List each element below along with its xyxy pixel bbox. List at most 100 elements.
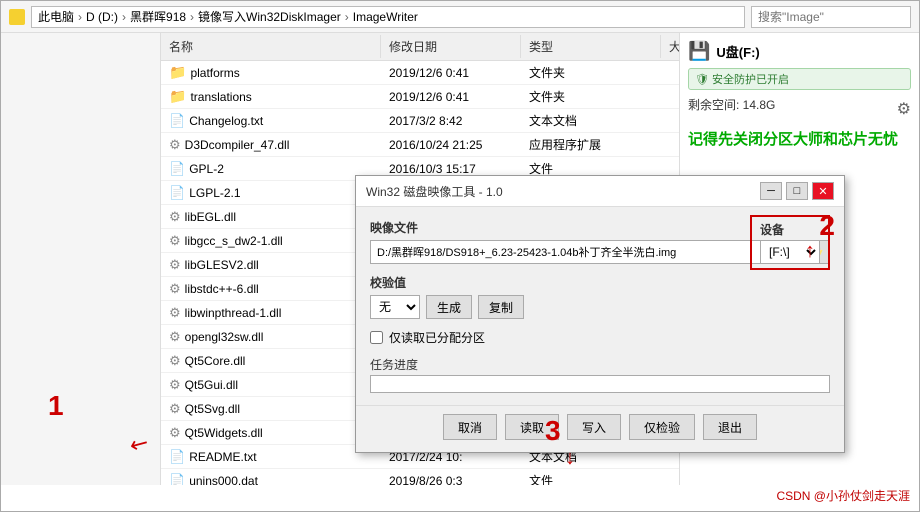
folder-icon	[9, 9, 25, 25]
table-row[interactable]: 📁translations 2019/12/6 0:41 文件夹	[161, 85, 679, 109]
file-name: ⚙libgcc_s_dw2-1.dll	[161, 230, 381, 252]
file-name: ⚙libEGL.dll	[161, 206, 381, 228]
file-size	[661, 94, 679, 100]
file-name: ⚙opengl32sw.dll	[161, 326, 381, 348]
dialog-controls: ─ □ ✕	[760, 182, 834, 200]
dialog-footer: 取消 读取 写入 仅检验 退出	[356, 405, 844, 452]
title-bar: 此电脑 › D (D:) › 黑群晖918 › 镜像写入Win32DiskIma…	[1, 1, 919, 33]
file-name: 📄unins000.dat	[161, 470, 381, 486]
dll-icon: ⚙	[169, 353, 181, 369]
generate-button[interactable]: 生成	[426, 295, 472, 319]
annotation-3: 3	[545, 415, 561, 447]
file-date: 2019/12/6 0:41	[381, 63, 521, 83]
dll-icon: ⚙	[169, 209, 181, 225]
dll-icon: ⚙	[169, 257, 181, 273]
dll-icon: ⚙	[169, 425, 181, 441]
annotation-1: 1	[48, 390, 64, 422]
file-size	[661, 166, 679, 172]
file-name: 📄README.txt	[161, 446, 381, 468]
file-date: 2019/12/6 0:41	[381, 87, 521, 107]
file-name: ⚙D3Dcompiler_47.dll	[161, 134, 381, 156]
col-size[interactable]: 大小	[661, 35, 679, 58]
file-name: 📁translations	[161, 85, 381, 108]
file-size	[661, 118, 679, 124]
folder-icon: 📁	[169, 64, 186, 81]
dialog-minimize-button[interactable]: ─	[760, 182, 782, 200]
breadcrumb-d[interactable]: D (D:)	[86, 10, 118, 24]
checksum-label: 校验值	[370, 274, 830, 291]
table-row[interactable]: 📁platforms 2019/12/6 0:41 文件夹	[161, 61, 679, 85]
file-name: ⚙libGLESV2.dll	[161, 254, 381, 276]
file-size	[661, 478, 679, 484]
write-button[interactable]: 写入	[567, 414, 621, 440]
cancel-button[interactable]: 取消	[443, 414, 497, 440]
progress-section: 任务进度	[370, 356, 830, 393]
file-icon: 📄	[169, 473, 185, 486]
breadcrumb-win32[interactable]: 镜像写入Win32DiskImager	[198, 8, 341, 25]
dll-icon: ⚙	[169, 401, 181, 417]
file-size	[661, 70, 679, 76]
dll-icon: ⚙	[169, 305, 181, 321]
table-row[interactable]: 📄Changelog.txt 2017/3/2 8:42 文本文档	[161, 109, 679, 133]
dialog-title: Win32 磁盘映像工具 - 1.0	[366, 183, 503, 200]
progress-label: 任务进度	[370, 356, 830, 373]
file-name: ⚙Qt5Core.dll	[161, 350, 381, 372]
breadcrumb-imagewriter[interactable]: ImageWriter	[353, 10, 418, 24]
file-date: 2019/8/26 0:3	[381, 471, 521, 486]
dll-icon: ⚙	[169, 281, 181, 297]
file-name: ⚙libwinpthread-1.dll	[161, 302, 381, 324]
num-2-label: 2	[819, 210, 835, 241]
breadcrumb-heiqun[interactable]: 黑群晖918	[130, 8, 186, 25]
annotation-2: 2	[819, 210, 835, 242]
search-input[interactable]	[751, 6, 911, 28]
progress-bar	[370, 375, 830, 393]
file-type: 文件夹	[521, 85, 661, 108]
col-name[interactable]: 名称	[161, 35, 381, 58]
file-name: ⚙Qt5Svg.dll	[161, 398, 381, 420]
checksum-row: 无 生成 复制	[370, 295, 830, 319]
file-icon: 📄	[169, 161, 185, 177]
file-name: ⚙Qt5Gui.dll	[161, 374, 381, 396]
readonly-checkbox[interactable]	[370, 331, 383, 344]
col-date[interactable]: 修改日期	[381, 35, 521, 58]
dialog-maximize-button[interactable]: □	[786, 182, 808, 200]
dll-icon: ⚙	[169, 233, 181, 249]
annotation-text: 记得先关闭分区大师和芯片无忧	[688, 129, 911, 150]
file-name: 📁platforms	[161, 61, 381, 84]
file-size	[661, 142, 679, 148]
file-name: 📄Changelog.txt	[161, 110, 381, 132]
security-badge: 🛡 安全防护已开启	[688, 68, 911, 90]
arrow-3: ↓	[565, 447, 575, 470]
readonly-label: 仅读取已分配分区	[389, 329, 485, 346]
usb-label: U盘(F:)	[716, 42, 759, 61]
dll-icon: ⚙	[169, 329, 181, 345]
checksum-select[interactable]: 无	[370, 295, 420, 319]
verify-button[interactable]: 仅检验	[629, 414, 695, 440]
file-name: 📄LGPL-2.1	[161, 182, 381, 204]
file-date: 2016/10/24 21:25	[381, 135, 521, 155]
folder-icon: 📁	[169, 88, 186, 105]
sidebar	[1, 33, 161, 485]
exit-button[interactable]: 退出	[703, 414, 757, 440]
file-name: ⚙libstdc++-6.dll	[161, 278, 381, 300]
breadcrumb[interactable]: 此电脑 › D (D:) › 黑群晖918 › 镜像写入Win32DiskIma…	[31, 6, 745, 28]
device-label: 设备	[760, 221, 820, 238]
num-3-label: 3	[545, 415, 561, 446]
copy-button[interactable]: 复制	[478, 295, 524, 319]
dialog-close-button[interactable]: ✕	[812, 182, 834, 200]
dll-icon: ⚙	[169, 137, 181, 153]
win32-dialog: Win32 磁盘映像工具 - 1.0 ─ □ ✕ 设备 [F:\] 映像文件 📂	[355, 175, 845, 453]
file-icon: 📄	[169, 185, 185, 201]
csdn-watermark: CSDN @小孙仗剑走天涯	[776, 487, 910, 504]
col-type[interactable]: 类型	[521, 35, 661, 58]
device-box: 设备 [F:\]	[750, 215, 830, 270]
image-path-input[interactable]	[370, 240, 796, 264]
breadcrumb-pc[interactable]: 此电脑	[38, 8, 74, 25]
file-type: 应用程序扩展	[521, 133, 661, 156]
table-row[interactable]: 📄unins000.dat 2019/8/26 0:3 文件	[161, 469, 679, 485]
table-row[interactable]: ⚙D3Dcompiler_47.dll 2016/10/24 21:25 应用程…	[161, 133, 679, 157]
settings-gear-icon[interactable]: ⚙	[897, 99, 911, 119]
usb-icon: 💾	[688, 41, 710, 62]
column-headers: 名称 修改日期 类型 大小	[161, 33, 679, 61]
dll-icon: ⚙	[169, 377, 181, 393]
